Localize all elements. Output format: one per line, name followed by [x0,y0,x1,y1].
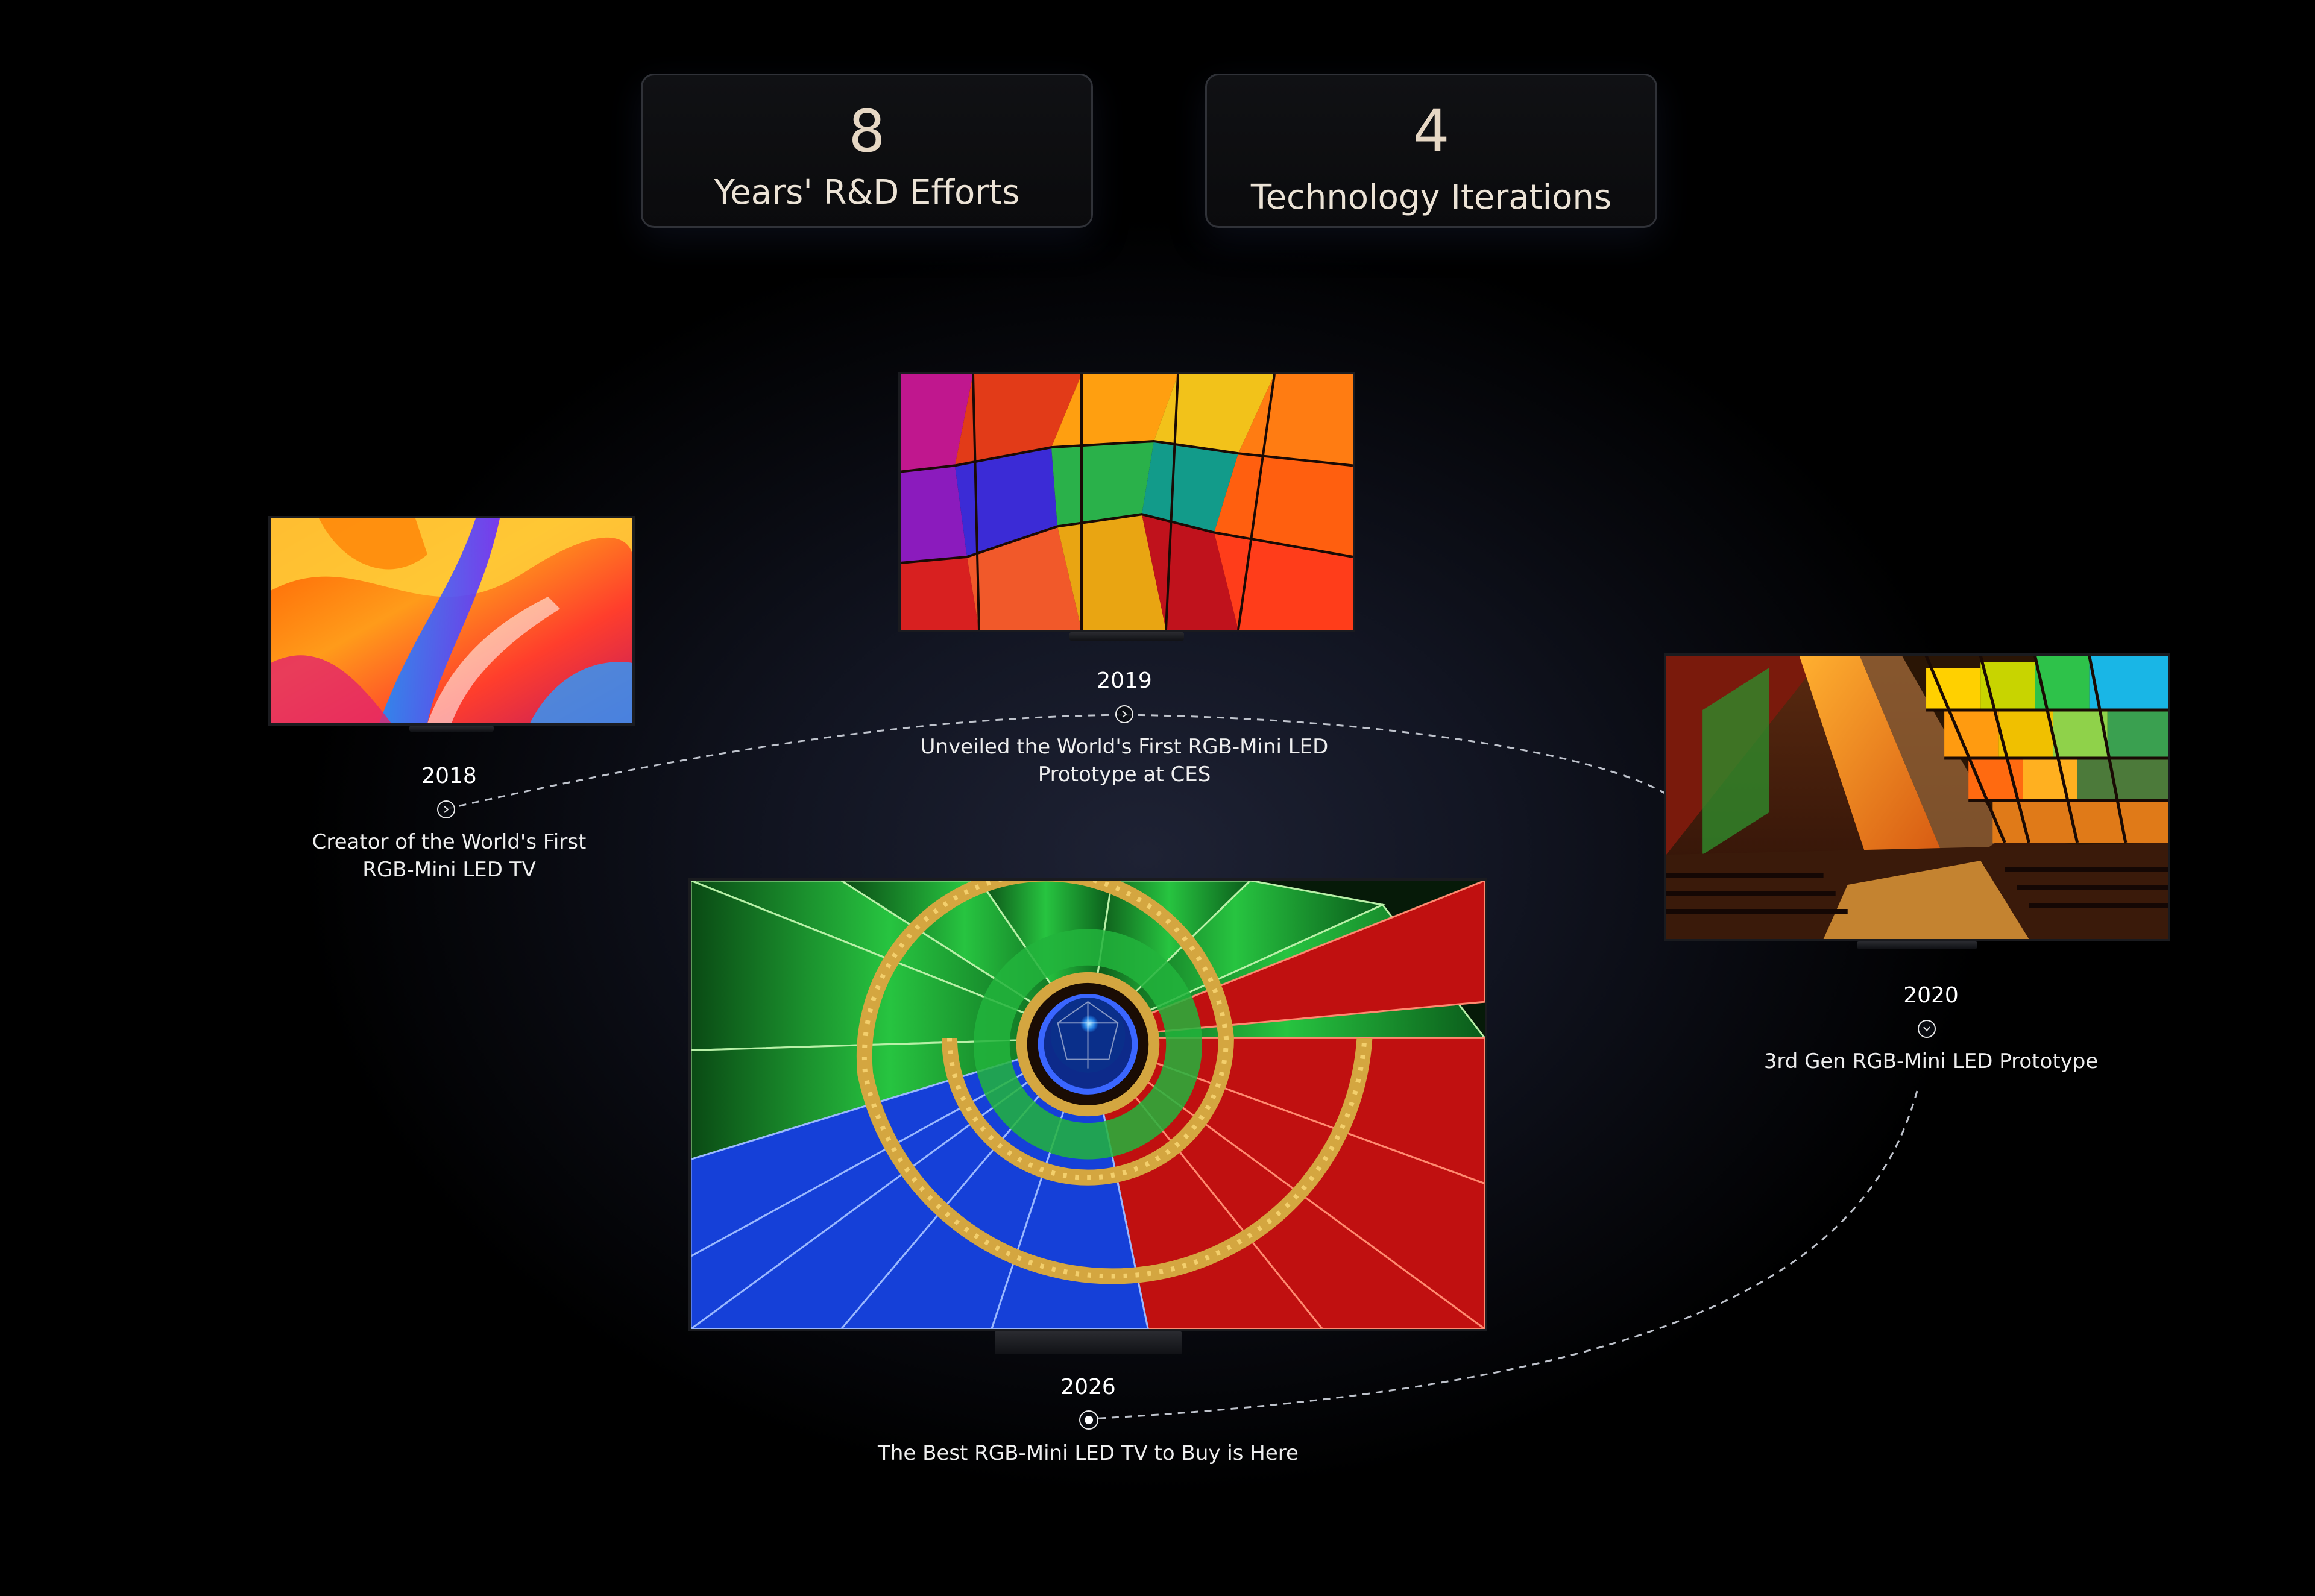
tv-2018 [268,516,635,736]
tv-2019-screen [898,372,1355,632]
desc-2018-line1: Creator of the World's First [312,830,587,854]
node-2019[interactable] [1115,705,1133,723]
node-2026[interactable] [1079,1410,1098,1430]
desc-2019-line1: Unveiled the World's First RGB-Mini LED [920,735,1329,759]
desc-2020-line1: 3rd Gen RGB-Mini LED Prototype [1763,1049,2099,1073]
tv-2020 [1664,653,2170,955]
tv-2020-screen [1664,653,2170,941]
node-2018[interactable] [437,800,455,818]
chevron-down-icon [1923,1026,1930,1032]
year-2020: 2020 [1903,983,1959,1008]
desc-2026-line1: The Best RGB-Mini LED TV to Buy is Here [878,1441,1299,1465]
year-2026: 2026 [1060,1375,1116,1400]
chevron-right-icon [1122,711,1127,718]
tv-2018-screen [268,516,635,726]
desc-2018-line2: RGB-Mini LED TV [362,858,536,882]
stat-card-iterations: 4 Technology Iterations [1205,74,1657,228]
year-2019: 2019 [1097,668,1152,693]
tv-2018-stand [409,726,494,732]
stat-iterations-label: Technology Iterations [1250,178,1612,217]
year-2018: 2018 [421,764,477,788]
desc-2019-line2: Prototype at CES [1038,762,1211,787]
stat-iterations-number: 4 [1413,98,1450,165]
stat-years-number: 8 [848,98,886,165]
tv-2026 [688,878,1487,1360]
tv-2019-stand [1069,632,1184,641]
active-dot-icon [1085,1416,1093,1424]
node-2020[interactable] [1918,1020,1936,1038]
stat-years-label: Years' R&D Efforts [714,173,1020,212]
chevron-right-icon [444,806,449,813]
tv-2026-screen [688,878,1487,1331]
tv-2026-stand [994,1331,1182,1354]
stat-card-years: 8 Years' R&D Efforts [641,74,1093,228]
tv-2019 [898,372,1355,644]
tv-2020-stand [1857,941,1977,949]
